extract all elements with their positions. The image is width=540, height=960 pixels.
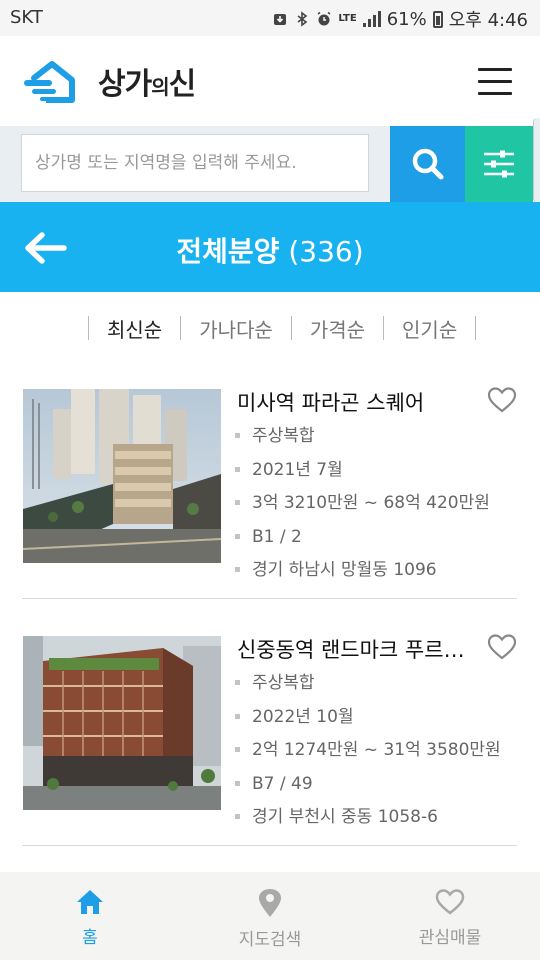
house-logo-icon (24, 61, 75, 103)
listing-card[interactable]: 신중동역 랜드마크 푸르지오 시티 주상복합 2022년 10월 2억 1274… (22, 616, 517, 846)
home-icon (77, 890, 103, 914)
side-panel-handle[interactable] (533, 118, 540, 202)
heart-icon[interactable] (487, 386, 517, 414)
listing-date: 2022년 10월 (235, 706, 501, 740)
sort-tab-newest[interactable]: 최신순 (89, 314, 180, 343)
nav-map-search-label: 지도검색 (238, 930, 302, 950)
listing-thumbnail[interactable] (23, 389, 221, 563)
search-input[interactable] (21, 134, 369, 192)
search-button[interactable] (390, 126, 465, 202)
clock: 오후 4:46 (448, 10, 528, 31)
listing-title[interactable]: 미사역 파라곤 스퀘어 (237, 387, 467, 417)
logo-text: 상가의신 (98, 67, 196, 102)
listing-price: 2억 1274만원 ~ 31억 3580만원 (235, 739, 501, 773)
listing-title[interactable]: 신중동역 랜드마크 푸르지오 시티 (237, 634, 467, 664)
listing-details: 주상복합 2021년 7월 3억 3210만원 ~ 68억 420만원 B1 /… (235, 425, 490, 593)
listing-type: 주상복합 (235, 425, 490, 459)
listing-card[interactable]: 미사역 파라곤 스퀘어 주상복합 2021년 7월 3억 3210만원 ~ 68… (22, 369, 517, 599)
sort-tab-alphabetical[interactable]: 가나다순 (181, 314, 291, 343)
divider (475, 316, 477, 340)
alarm-icon (317, 11, 331, 26)
bottom-nav: 홈 지도검색 관심매물 (0, 872, 540, 960)
nav-favorites-label: 관심매물 (418, 928, 482, 948)
sort-tabs: 최신순 가나다순 가격순 인기순 (88, 310, 477, 346)
sort-tab-price[interactable]: 가격순 (292, 314, 383, 343)
listing-floors: B7 / 49 (235, 773, 501, 807)
status-bar: SKT LTE 61% 오후 4:46 (0, 0, 540, 36)
nav-home-label: 홈 (82, 928, 98, 948)
sort-tab-popular[interactable]: 인기순 (384, 314, 475, 343)
battery-percent: 61% (386, 8, 427, 30)
search-bar (0, 126, 540, 202)
bluetooth-icon (297, 11, 308, 27)
filter-button[interactable] (465, 126, 533, 202)
heart-icon (435, 889, 465, 915)
listing-count: (336) (288, 235, 364, 268)
listing-address: 경기 부천시 중동 1058-6 (235, 806, 501, 840)
listing-date: 2021년 7월 (235, 459, 490, 493)
carrier-label: SKT (10, 7, 43, 28)
listing-price: 3억 3210만원 ~ 68억 420만원 (235, 492, 490, 526)
download-notification-icon (274, 14, 287, 25)
listing-type: 주상복합 (235, 672, 501, 706)
sliders-icon (484, 150, 514, 178)
map-pin-icon (259, 889, 281, 917)
heart-icon[interactable] (487, 633, 517, 661)
status-icons: LTE 61% 오후 4:46 (272, 6, 528, 32)
nav-home[interactable]: 홈 (0, 872, 180, 960)
title-bar: 전체분양 (336) (0, 202, 540, 292)
listing-thumbnail[interactable] (23, 636, 221, 810)
listing-details: 주상복합 2022년 10월 2억 1274만원 ~ 31억 3580만원 B7… (235, 672, 501, 840)
page-title: 전체분양 (336) (176, 235, 364, 268)
signal-icon (362, 11, 381, 27)
battery-icon (432, 10, 443, 28)
app-logo[interactable]: 상가의신 (22, 58, 196, 104)
listing-address: 경기 하남시 망월동 1096 (235, 559, 490, 593)
hamburger-menu-button[interactable] (478, 68, 512, 96)
nav-favorites[interactable]: 관심매물 (360, 872, 540, 960)
app-header: 상가의신 (0, 36, 540, 126)
listing-floors: B1 / 2 (235, 526, 490, 560)
search-icon (412, 148, 443, 180)
network-type-label: LTE (338, 13, 357, 24)
nav-map-search[interactable]: 지도검색 (180, 872, 360, 960)
